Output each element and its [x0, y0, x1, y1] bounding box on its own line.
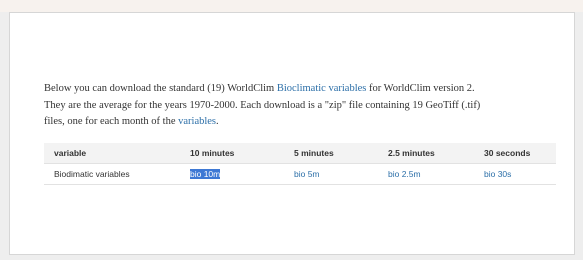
background-strip: [0, 0, 583, 12]
intro-text: files, one for each month of the: [44, 116, 179, 127]
bio-2-5m-link[interactable]: bio 2.5m: [388, 169, 421, 179]
cell-10-minutes: bio 10m: [180, 163, 284, 185]
column-header-5-minutes: 5 minutes: [284, 143, 378, 164]
table-row: Biodimatic variables bio 10m bio 5m bio …: [44, 163, 556, 185]
bio-5m-link[interactable]: bio 5m: [294, 169, 320, 179]
intro-text: .: [216, 116, 219, 127]
column-header-30-seconds: 30 seconds: [474, 143, 556, 164]
cell-30-seconds: bio 30s: [474, 163, 556, 185]
variables-link[interactable]: variables: [178, 116, 216, 127]
bio-10m-link[interactable]: bio 10m: [190, 169, 221, 179]
content-card: [9, 12, 575, 255]
column-header-2-5-minutes: 2.5 minutes: [378, 143, 474, 164]
intro-text: They are the average for the years 1970-…: [44, 99, 481, 111]
cell-5-minutes: bio 5m: [284, 163, 378, 185]
intro-text: for WorldClim version 2.: [366, 83, 475, 94]
intro-paragraph: Below you can download the standard (19)…: [44, 81, 564, 131]
column-header-variable: variable: [44, 143, 180, 164]
bioclimatic-variables-link[interactable]: Bioclimatic variables: [277, 83, 367, 94]
variable-cell: Biodimatic variables: [44, 163, 180, 185]
table-header-row: variable 10 minutes 5 minutes 2.5 minute…: [44, 143, 556, 164]
bio-30s-link[interactable]: bio 30s: [484, 169, 511, 179]
download-table: variable 10 minutes 5 minutes 2.5 minute…: [44, 143, 556, 185]
intro-text: Below you can download the standard (19)…: [44, 83, 277, 94]
column-header-10-minutes: 10 minutes: [180, 143, 284, 164]
cell-2-5-minutes: bio 2.5m: [378, 163, 474, 185]
